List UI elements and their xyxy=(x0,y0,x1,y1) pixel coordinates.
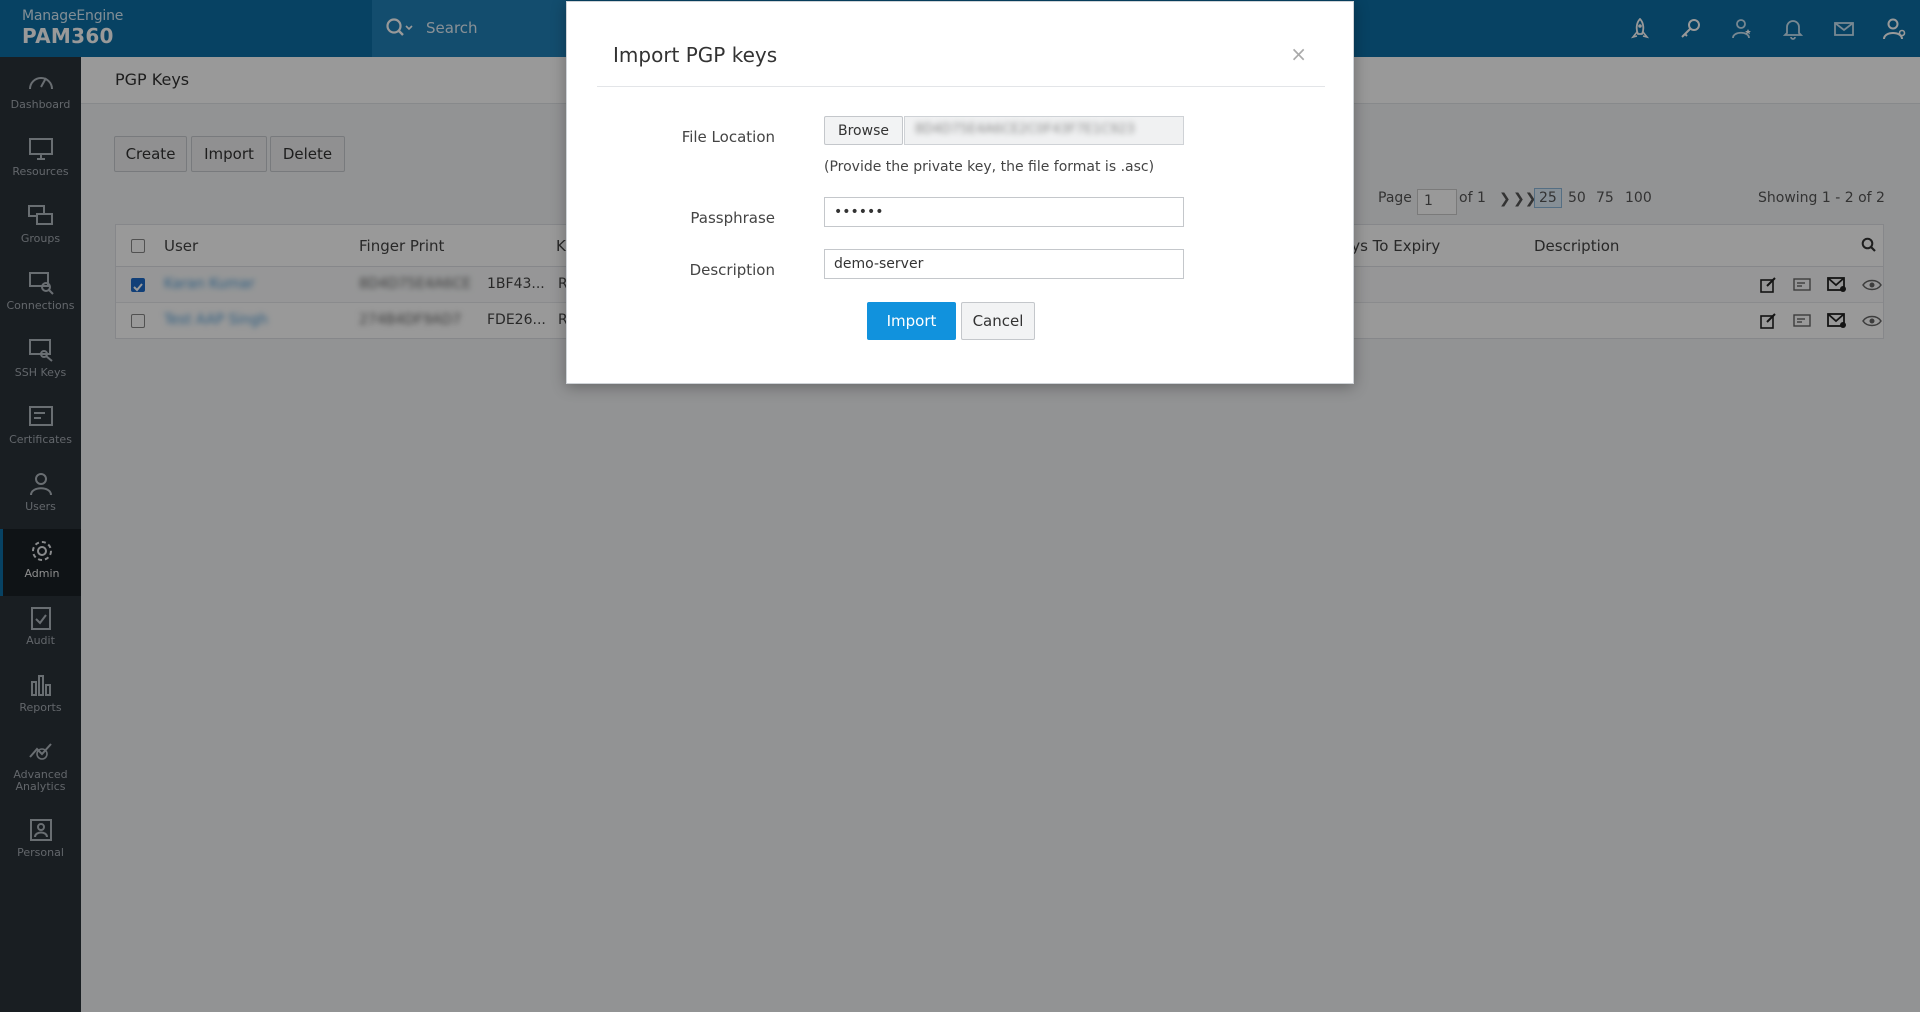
passphrase-input[interactable]: •••••• xyxy=(824,197,1184,227)
close-icon[interactable]: × xyxy=(1290,42,1307,66)
dialog-title: Import PGP keys xyxy=(613,43,778,67)
file-name-field[interactable]: 8D4D75E4A6CE2C0F43F7E1C923 xyxy=(904,116,1184,145)
file-format-hint: (Provide the private key, the file forma… xyxy=(824,159,1155,175)
dialog-divider xyxy=(597,86,1325,87)
description-input[interactable]: demo-server xyxy=(824,249,1184,279)
browse-button[interactable]: Browse xyxy=(824,116,903,145)
import-submit-button[interactable]: Import xyxy=(867,302,956,340)
passphrase-label: Passphrase xyxy=(690,209,775,227)
file-name-value: 8D4D75E4A6CE2C0F43F7E1C923 xyxy=(915,122,1135,137)
cancel-button[interactable]: Cancel xyxy=(961,302,1035,340)
file-location-label: File Location xyxy=(681,128,775,146)
description-label: Description xyxy=(689,261,775,279)
import-pgp-keys-dialog: Import PGP keys × File Location Browse 8… xyxy=(566,1,1354,384)
